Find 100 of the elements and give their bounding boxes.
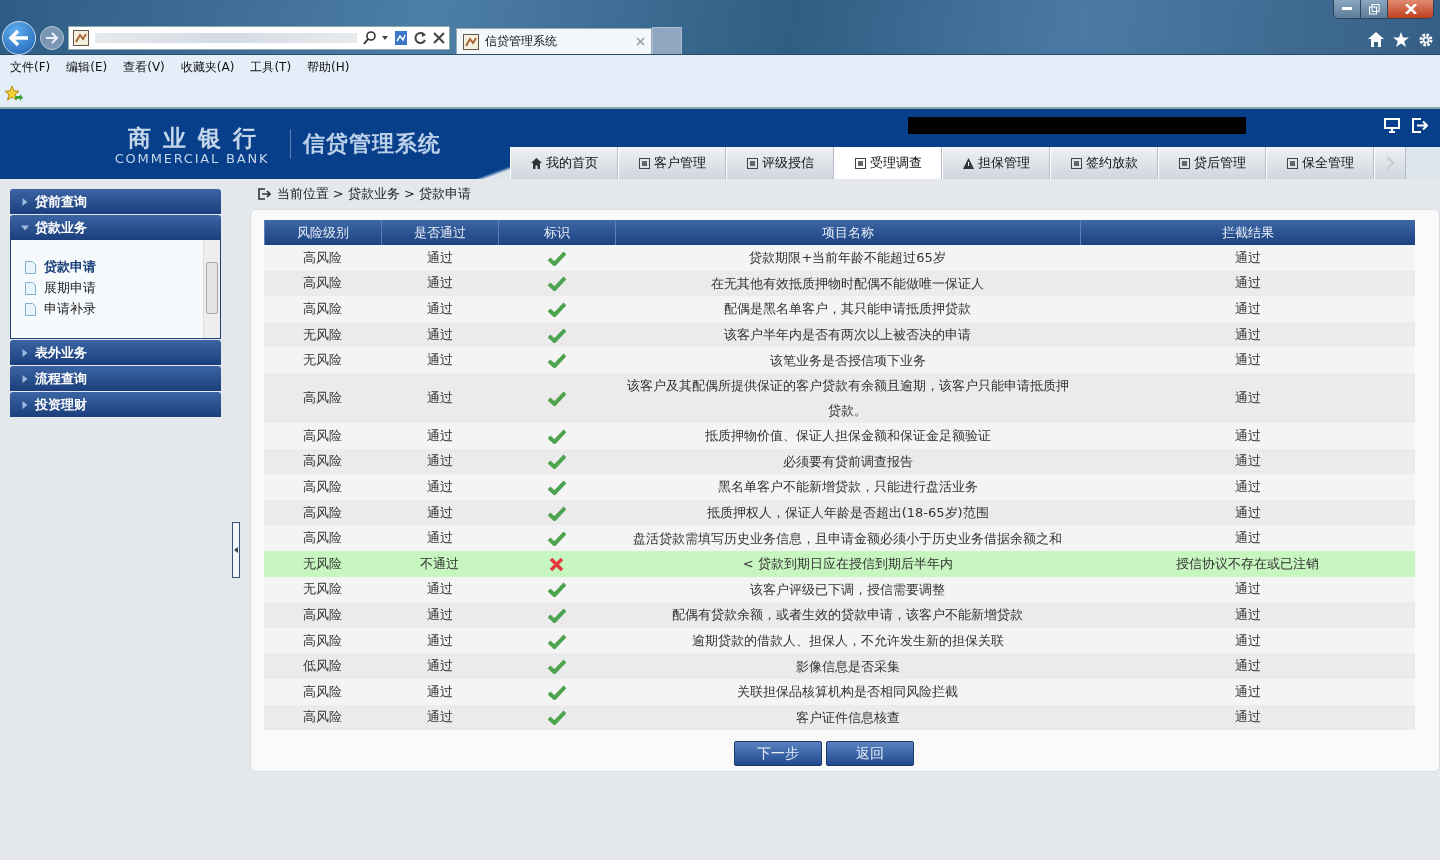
monitor-icon[interactable]	[1384, 118, 1400, 133]
table-cell: 该客户半年内是否有两次以上被否决的申请	[615, 321, 1081, 348]
table-cell: 通过	[1080, 474, 1415, 500]
table-cell: 高风险	[264, 372, 382, 423]
refresh-icon[interactable]	[413, 31, 427, 45]
sidebar-section[interactable]: 贷前查询	[10, 189, 221, 214]
nav-tab[interactable]: 评级授信	[726, 147, 834, 179]
table-cell: 该笔业务是否授信项下业务	[615, 347, 1081, 373]
home-icon[interactable]	[1368, 32, 1384, 47]
logout-icon[interactable]	[1412, 118, 1428, 133]
submenu-item[interactable]: 展期申请	[25, 279, 203, 297]
table-cell: 配偶是黑名单客户，其只能申请抵质押贷款	[615, 296, 1081, 322]
table-cell: 低风险	[264, 653, 382, 679]
table-cell: 高风险	[264, 627, 382, 654]
table-cell: 通过	[381, 372, 499, 423]
column-header: 拦截结果	[1080, 220, 1415, 245]
table-cell: 配偶有贷款余额，或者生效的贷款申请，该客户不能新增贷款	[615, 602, 1081, 628]
table-cell: 通过	[381, 270, 499, 297]
nav-tab[interactable]: 受理调查	[834, 147, 942, 179]
address-field[interactable]	[68, 26, 450, 50]
table-cell: 必须要有贷前调查报告	[615, 448, 1081, 475]
close-icon[interactable]	[433, 32, 445, 44]
arrow-right-icon	[45, 32, 59, 44]
table-cell: 高风险	[264, 678, 382, 705]
table-cell: 通过	[1080, 372, 1415, 423]
table-cell: 高风险	[264, 422, 382, 449]
column-header: 项目名称	[615, 220, 1081, 245]
caret-left-icon	[233, 546, 238, 553]
restore-icon	[1368, 3, 1380, 15]
menu-item[interactable]: 文件(F)	[10, 59, 51, 76]
caret-right-icon	[21, 400, 29, 409]
menu-item[interactable]: 编辑(E)	[66, 59, 108, 76]
caret-right-icon	[21, 348, 29, 357]
nav-tab[interactable]: 保全管理	[1266, 147, 1374, 179]
menu-item[interactable]: 帮助(H)	[307, 59, 350, 76]
table-cell: 逾期贷款的借款人、担保人，不允许发生新的担保关联	[615, 627, 1081, 654]
bank-logo-text: 商业银行	[128, 125, 268, 151]
browser-tab[interactable]: 信贷管理系统	[456, 28, 652, 54]
table-cell: 抵质押物价值、保证人担保金额和保证金足额验证	[615, 422, 1081, 449]
nav-tab[interactable]: 客户管理	[618, 147, 726, 179]
chevron-right-icon	[1386, 156, 1394, 170]
table-cell: 通过	[381, 576, 499, 603]
menu-item[interactable]: 查看(V)	[123, 59, 165, 76]
settings-icon[interactable]	[1418, 32, 1434, 48]
table-cell: 盘活贷款需填写历史业务信息，且申请金额必须小于历史业务借据余额之和	[615, 525, 1081, 551]
close-button[interactable]	[1388, 0, 1433, 18]
system-title: 信贷管理系统	[290, 129, 441, 159]
column-header: 是否通过	[381, 220, 499, 245]
back-button[interactable]: 返回	[826, 741, 915, 767]
table-cell: 客户证件信息核查	[615, 704, 1081, 731]
table-cell: 授信协议不存在或已注销	[1080, 550, 1415, 577]
table-cell: 通过	[381, 627, 499, 654]
table-cell: 通过	[1080, 678, 1415, 705]
nav-tab[interactable]: 担保管理	[942, 147, 1050, 179]
sidebar-section[interactable]: 表外业务	[10, 340, 221, 365]
compatibility-icon[interactable]	[395, 31, 407, 45]
bank-logo-subtitle: COMMERCIAL BANK	[114, 151, 270, 166]
scrollbar[interactable]	[202, 240, 220, 338]
table-cell: 通过	[1080, 245, 1415, 271]
forward-button[interactable]	[40, 26, 64, 50]
table-cell: 通过	[1080, 321, 1415, 348]
nav-tab[interactable]: 我的首页	[510, 147, 618, 179]
arrow-left-icon	[8, 29, 30, 47]
menu-item[interactable]: 收藏夹(A)	[180, 59, 235, 76]
back-button[interactable]	[2, 21, 36, 55]
table-cell: 通过	[1080, 627, 1415, 654]
table-cell: 通过	[381, 602, 499, 628]
restore-button[interactable]	[1361, 0, 1388, 18]
table-cell: 通过	[1080, 704, 1415, 731]
sidebar-section[interactable]: 流程查询	[10, 366, 221, 391]
table-cell: 高风险	[264, 270, 382, 297]
warning-icon	[962, 157, 974, 169]
star-icon[interactable]	[1393, 32, 1409, 47]
table-cell: 通过	[1080, 270, 1415, 297]
sidebar-section[interactable]: 投资理财	[10, 392, 221, 417]
table-cell: 高风险	[264, 474, 382, 500]
favorites-star-icon[interactable]	[5, 85, 23, 102]
table-cell: 通过	[381, 245, 499, 271]
search-icon[interactable]	[363, 31, 389, 45]
collapse-handle[interactable]	[231, 521, 240, 578]
submenu-item[interactable]: 贷款申请	[25, 258, 203, 276]
table-cell: 无风险	[264, 550, 382, 577]
menu-item[interactable]: 工具(T)	[250, 59, 292, 76]
table-cell: 关联担保品核算机构是否相同风险拦截	[615, 678, 1081, 705]
table-cell: 无风险	[264, 576, 382, 603]
table-cell: 通过	[381, 321, 499, 348]
table-cell: 无风险	[264, 321, 382, 348]
table-cell: 通过	[381, 525, 499, 551]
submenu-item[interactable]: 申请补录	[25, 300, 203, 318]
breadcrumb: 当前位置 > 贷款业务 > 贷款申请	[276, 185, 471, 203]
table-cell: 高风险	[264, 704, 382, 731]
table-cell: 高风险	[264, 448, 382, 475]
nav-tab[interactable]: 贷后管理	[1158, 147, 1266, 179]
minimize-button[interactable]	[1334, 0, 1361, 18]
nav-tab[interactable]: 签约放款	[1050, 147, 1158, 179]
table-cell: 在无其他有效抵质押物时配偶不能做唯一保证人	[615, 270, 1081, 297]
sidebar-section[interactable]: 贷款业务	[10, 215, 221, 240]
table-cell: 通过	[381, 704, 499, 731]
next-button[interactable]: 下一步	[734, 741, 823, 767]
minimize-icon	[1342, 7, 1352, 11]
